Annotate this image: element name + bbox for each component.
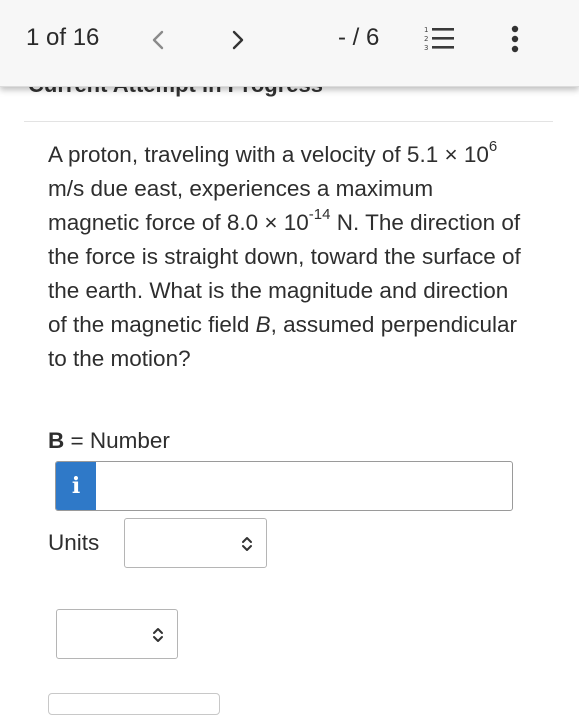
- svg-text:3: 3: [424, 44, 428, 52]
- exponent: 6: [488, 137, 498, 155]
- exponent: -14: [308, 205, 331, 223]
- info-icon[interactable]: i: [56, 462, 96, 510]
- b-symbol: B: [48, 428, 65, 453]
- number-input[interactable]: [97, 462, 511, 510]
- question-list-button[interactable]: 1 2 3: [422, 24, 462, 56]
- question-counter: 1 of 16: [26, 24, 100, 51]
- up-down-chevron-icon: [153, 628, 163, 642]
- up-down-chevron-icon: [242, 537, 252, 551]
- partially-visible-button[interactable]: [48, 693, 220, 715]
- svg-text:2: 2: [424, 35, 428, 43]
- more-vertical-icon: [511, 25, 519, 53]
- units-label: Units: [48, 530, 100, 555]
- units-select[interactable]: [124, 518, 267, 568]
- number-answer-row: i: [55, 461, 513, 511]
- previous-question-button[interactable]: [138, 22, 178, 58]
- question-text: A proton, traveling with a velocity of 5…: [48, 138, 528, 376]
- answer-label: B = Number: [48, 428, 170, 454]
- chevron-right-icon: [232, 30, 244, 50]
- question-navigation-bar: 1 of 16 - / 6 1 2 3: [0, 0, 579, 87]
- question-text-part: A proton, traveling with a velocity of 5…: [48, 142, 489, 167]
- answer-label-text: = Number: [64, 428, 170, 453]
- page-indicator: - / 6: [338, 24, 380, 51]
- direction-select[interactable]: [56, 609, 178, 659]
- field-symbol: B: [255, 312, 271, 337]
- numbered-list-icon: 1 2 3: [424, 26, 454, 52]
- next-question-button[interactable]: [218, 22, 258, 58]
- chevron-left-icon: [152, 30, 164, 50]
- more-options-button[interactable]: [500, 22, 530, 58]
- svg-text:1: 1: [424, 26, 428, 34]
